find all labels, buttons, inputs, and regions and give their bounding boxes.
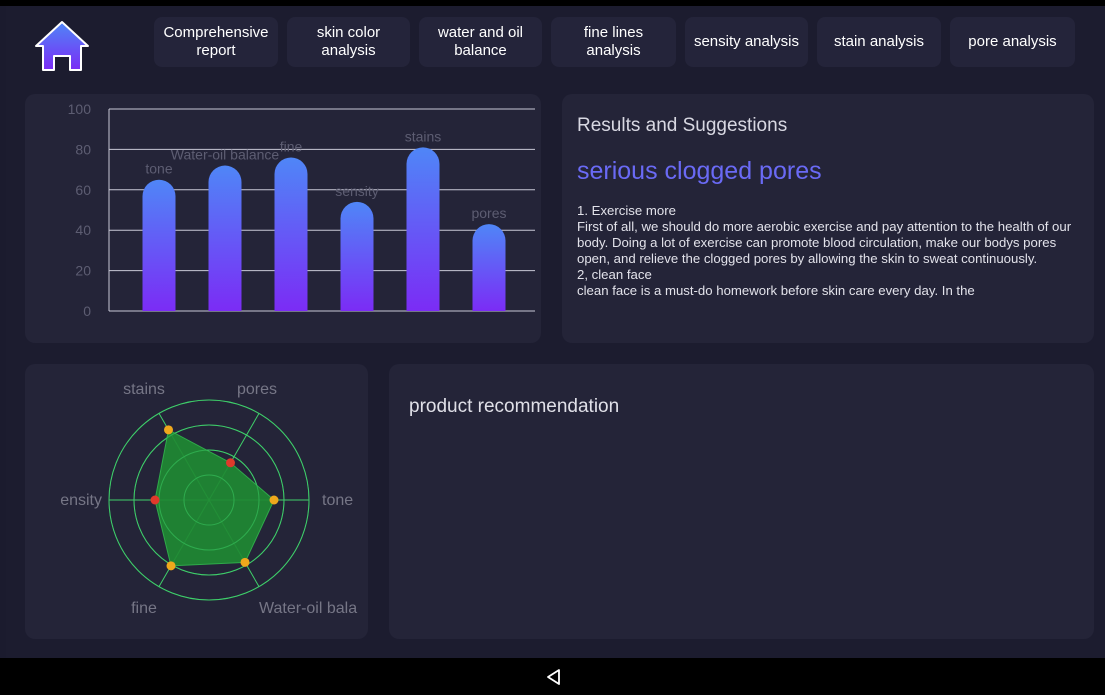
bar-y-tick-label: 40 [75, 222, 91, 238]
bar-category-label: fine [280, 138, 303, 154]
back-triangle-icon[interactable] [545, 668, 563, 686]
tab-stain-analysis[interactable]: stain analysis [817, 17, 941, 67]
bar-category-label: tone [145, 161, 172, 177]
tab-skin-color-analysis[interactable]: skin color analysis [287, 17, 410, 67]
tab-comprehensive-report[interactable]: Comprehensive report [154, 17, 278, 67]
bar-tone [142, 179, 176, 311]
bar-chart-panel: 0 20 40 60 80 100 tone Water-oil balance fine sen… [25, 94, 541, 343]
results-title: Results and Suggestions [577, 115, 788, 136]
radar-point-water-oil-balance [240, 557, 250, 567]
radar-chart-panel: tone Water-oil bala fine ensity stains pores [25, 364, 368, 639]
home-icon[interactable] [34, 20, 90, 72]
tab-fine-lines-analysis[interactable]: fine lines analysis [551, 17, 676, 67]
bar-sensity [340, 201, 374, 311]
bar-fine [274, 157, 308, 311]
tab-sensity-analysis[interactable]: sensity analysis [685, 17, 808, 67]
bar-pores [472, 224, 506, 311]
bar-chart: 0 20 40 60 80 100 toneWater-oil balancefine sen… [68, 101, 535, 319]
tab-pore-analysis[interactable]: pore analysis [950, 17, 1075, 67]
tab-water-oil-balance[interactable]: water and oil balance [419, 17, 542, 67]
radar-axis-label: Water-oil bala [259, 600, 357, 617]
bar-y-tick-label: 80 [75, 141, 91, 157]
radar-axis-label: fine [131, 600, 157, 617]
bar-category-label: Water-oil balance [171, 147, 280, 163]
radar-axis-label: tone [322, 492, 353, 509]
bar-y-tick-label: 100 [68, 101, 92, 117]
bar-category-label: pores [471, 205, 506, 221]
radar-point-sensity [150, 495, 160, 505]
radar-point-fine [166, 561, 176, 571]
radar-axis-label: stains [123, 381, 165, 398]
product-title: product recommendation [409, 396, 620, 417]
bar-y-tick-label: 20 [75, 263, 91, 279]
radar-point-pores [226, 458, 235, 468]
bar-stains [406, 147, 440, 311]
radar-point-stains [164, 425, 173, 435]
bar-water-oil-balance [208, 165, 242, 311]
results-headline: serious clogged pores [577, 157, 822, 185]
bar-category-label: stains [405, 128, 442, 144]
bar-y-tick-label: 60 [75, 182, 91, 198]
results-body[interactable]: 1. Exercise more First of all, we should… [577, 203, 1092, 299]
bar-y-tick-label: 0 [83, 303, 91, 319]
radar-point-tone [269, 495, 279, 505]
radar-chart: tone Water-oil bala fine ensity stains pores [60, 381, 357, 617]
product-recommendation-panel: product recommendation [389, 364, 1094, 639]
bar-category-label: sensity [335, 183, 379, 199]
system-nav-bar [0, 658, 1105, 695]
radar-axis-label: ensity [60, 492, 102, 509]
radar-axis-label: pores [237, 381, 277, 398]
results-panel: Results and Suggestions serious clogged … [562, 94, 1094, 343]
